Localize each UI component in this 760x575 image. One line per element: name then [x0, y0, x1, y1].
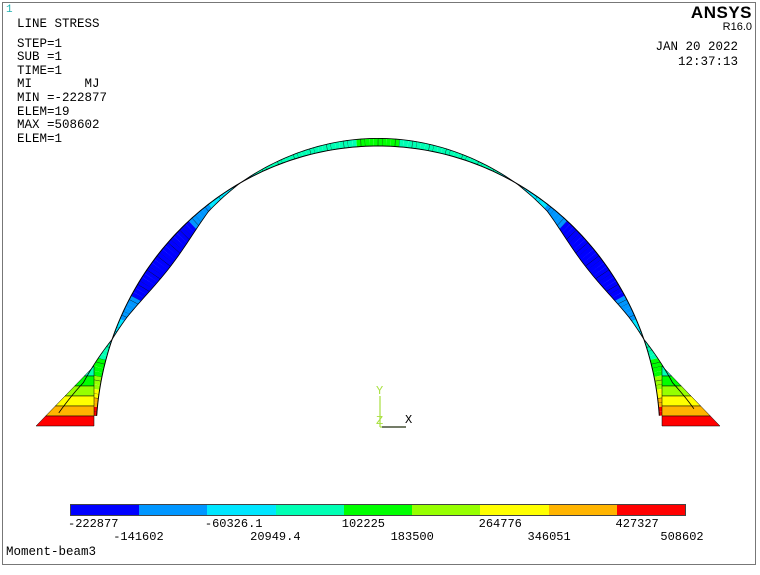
stress-segment: [343, 140, 349, 149]
stress-segment: [403, 139, 409, 148]
stress-segment: [394, 138, 400, 148]
stress-segment: [360, 138, 366, 147]
support-stress-band: [661, 405, 711, 417]
plot-footer: Moment-beam3: [6, 545, 97, 559]
triad-x-label: X: [405, 413, 412, 427]
legend-label-bottom: 183500: [390, 530, 434, 544]
legend-swatch: [616, 505, 685, 515]
legend-label-top: -222877: [68, 517, 119, 531]
legend-swatch: [139, 505, 208, 515]
support-stress-band: [661, 395, 702, 407]
legend-swatch: [71, 505, 140, 515]
triad-z-label: Z: [376, 414, 383, 428]
legend-swatch: [343, 505, 413, 515]
support-stress-band: [35, 415, 95, 427]
stress-segment: [390, 138, 396, 147]
stress-segment: [352, 139, 357, 148]
beam-stress-plot: Y Z X: [35, 138, 721, 428]
legend-swatch: [548, 505, 617, 515]
legend-label-bottom: -141602: [113, 530, 164, 544]
support-stress-band: [661, 415, 721, 427]
support-stress-band: [54, 395, 95, 407]
legend-label-bottom: 20949.4: [250, 530, 301, 544]
stress-segment: [399, 139, 404, 148]
stress-segment: [386, 138, 391, 147]
support-stress-band: [45, 405, 95, 417]
legend-label-top: 264776: [478, 517, 522, 531]
legend-label-top: -60326.1: [204, 517, 263, 531]
legend-label-bottom: 346051: [527, 530, 571, 544]
stress-segment: [411, 140, 418, 149]
stress-segment: [377, 138, 383, 147]
beam-outline: [96, 145, 660, 416]
legend-label-top: 102225: [341, 517, 385, 531]
coordinate-triad: Y Z X: [376, 384, 412, 428]
stress-segment: [382, 138, 387, 147]
contour-legend-bar: [70, 504, 686, 516]
support-stress-band: [64, 385, 95, 397]
stress-segment: [365, 138, 370, 147]
stress-segment: [347, 139, 353, 148]
triad-y-label: Y: [376, 384, 383, 398]
stress-segment: [369, 138, 374, 147]
legend-swatch: [275, 505, 344, 515]
legend-label-bottom: 508602: [660, 530, 704, 544]
stress-segment: [356, 139, 362, 147]
legend-label-top: 427327: [615, 517, 659, 531]
legend-swatch: [480, 505, 549, 515]
legend-swatch: [412, 505, 481, 515]
stress-segment: [373, 138, 378, 147]
legend-swatch: [207, 505, 276, 515]
